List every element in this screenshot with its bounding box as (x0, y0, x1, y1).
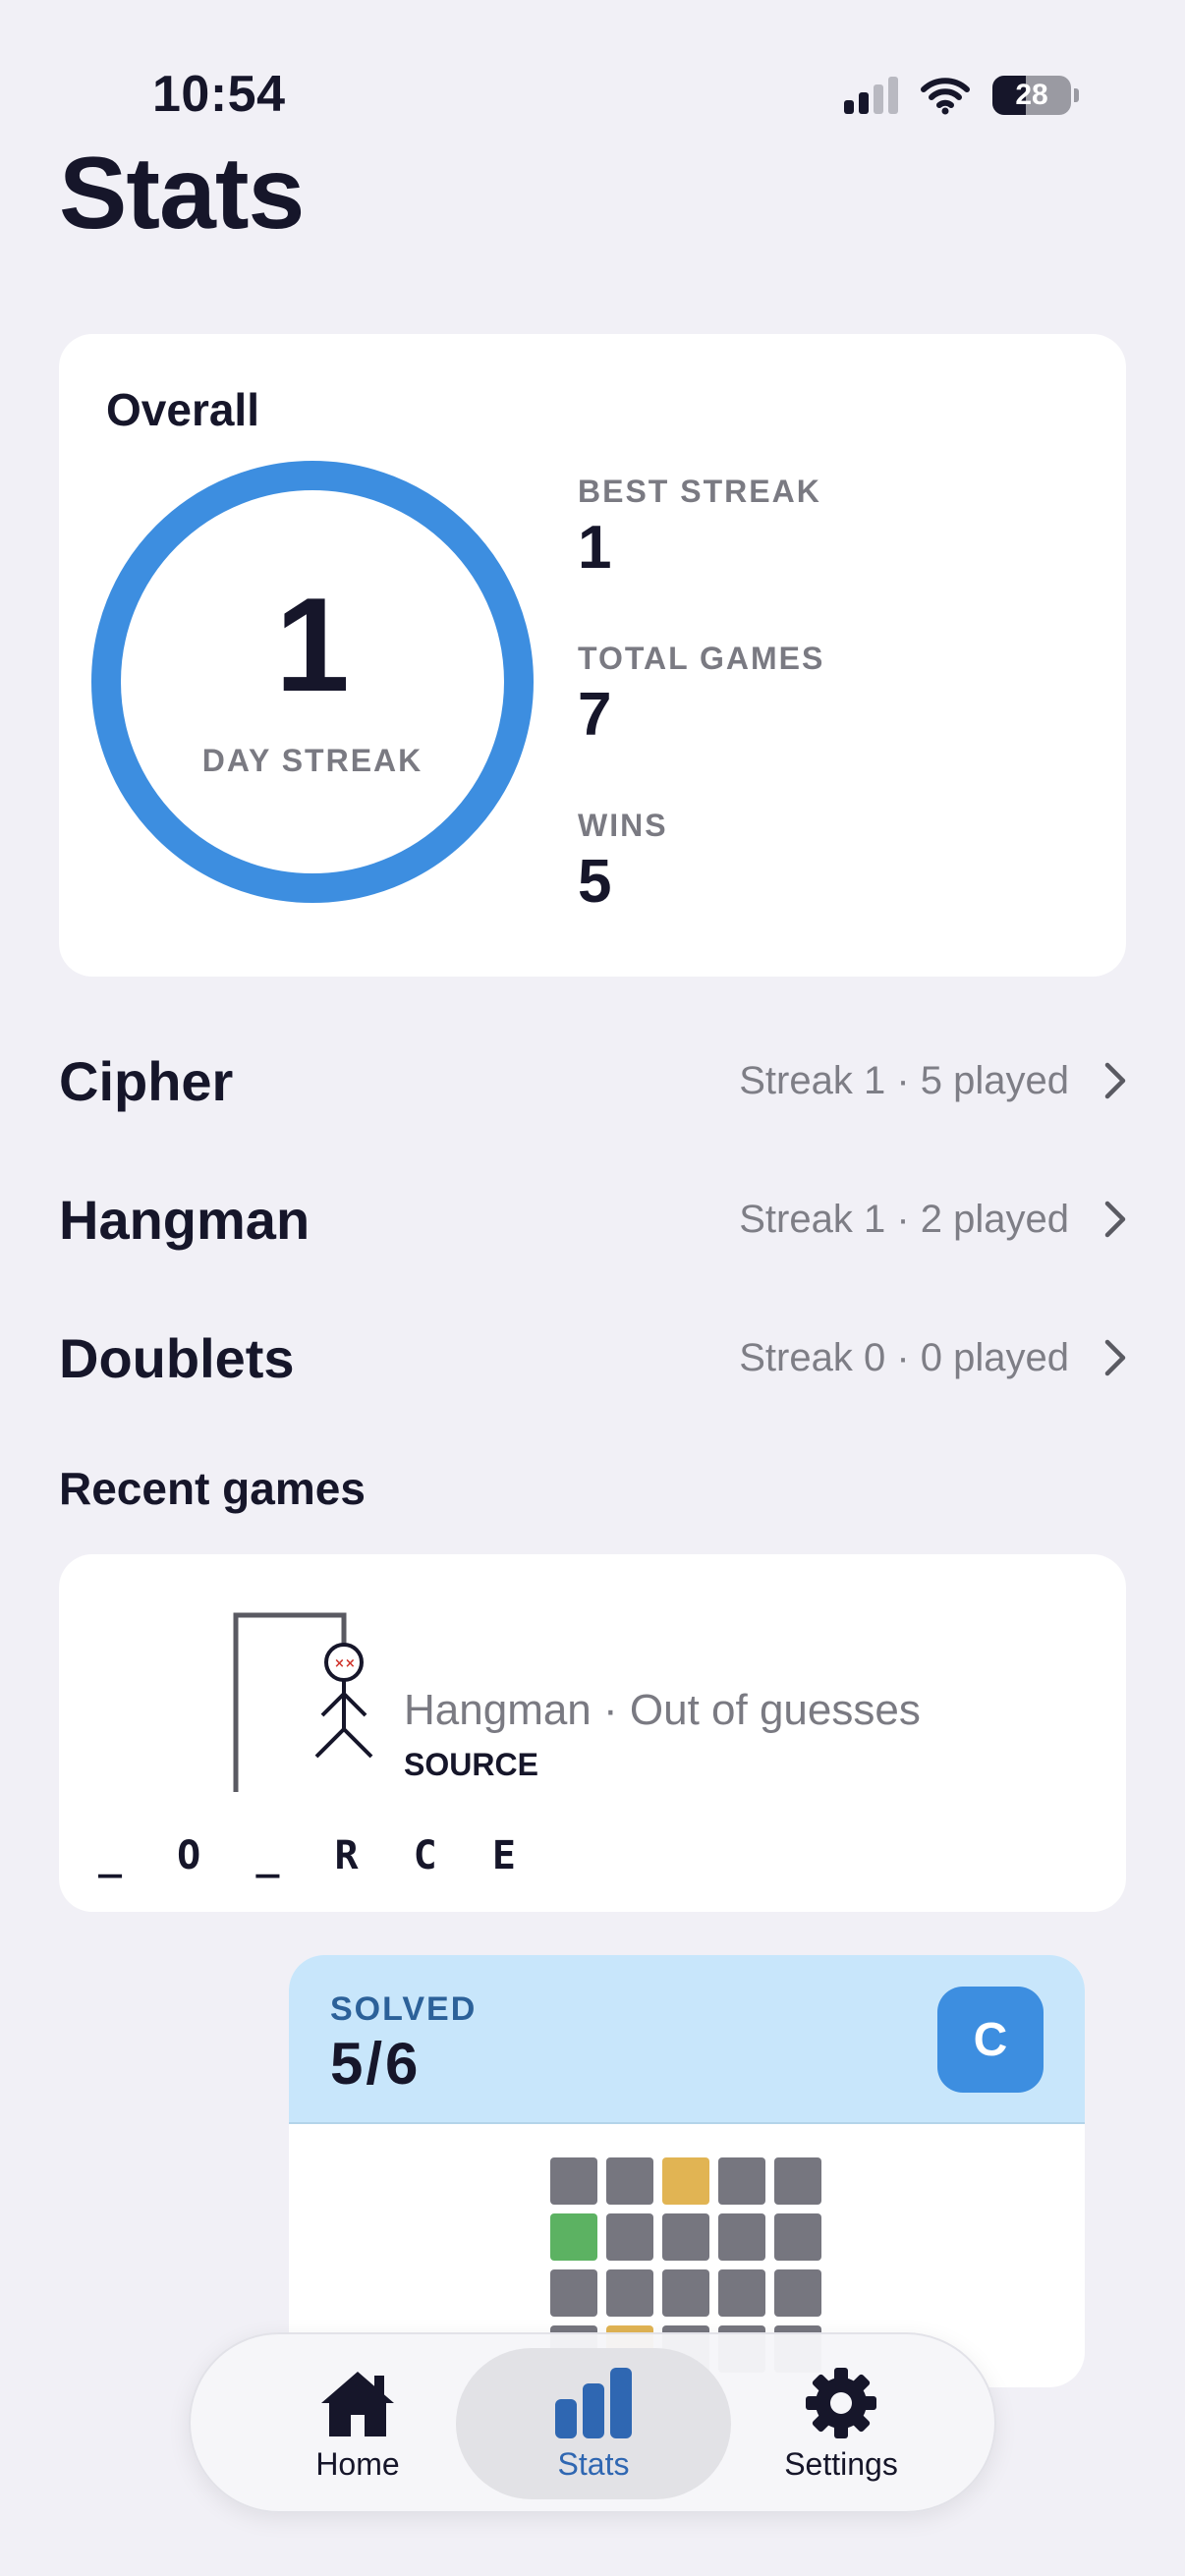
tab-settings[interactable]: Settings (704, 2348, 979, 2499)
home-icon (321, 2371, 394, 2436)
grid-tile-gray (774, 2269, 821, 2317)
battery-cap (1074, 88, 1079, 102)
total-games-stat: TOTAL GAMES 7 (578, 641, 824, 746)
status-icons: 28 (844, 71, 1079, 120)
solved-score: 5/6 (330, 2031, 422, 2097)
game-row-cipher[interactable]: Cipher Streak 1 · 5 played (59, 1032, 1126, 1130)
hangman-figure-icon: ×× (233, 1612, 373, 1792)
overall-title: Overall (106, 384, 259, 435)
grid-tile-gray (718, 2213, 765, 2261)
chevron-right-icon (1104, 1201, 1126, 1238)
hangman-answer: SOURCE (404, 1747, 538, 1782)
stat-value: 7 (578, 681, 612, 749)
grid-tile-gray (774, 2213, 821, 2261)
grid-tile-gray (774, 2157, 821, 2205)
grid-tile-gray (718, 2269, 765, 2317)
grid-tile-gray (606, 2213, 653, 2261)
chevron-right-icon (1104, 1339, 1126, 1376)
game-name: Doublets (59, 1326, 295, 1389)
grid-tile-gray (550, 2269, 597, 2317)
overall-card: Overall 1 DAY STREAK BEST STREAK 1 TOTAL… (59, 334, 1126, 977)
battery-icon: 28 (992, 76, 1071, 115)
grid-tile-gray (718, 2157, 765, 2205)
streak-value: 1 (275, 570, 350, 719)
solved-label: SOLVED (330, 1990, 478, 2028)
grid-tile-yellow (662, 2157, 709, 2205)
tab-label: Stats (557, 2445, 630, 2482)
hangman-summary: Hangman · Out of guesses (404, 1686, 921, 1734)
tab-stats[interactable]: Stats (456, 2348, 731, 2499)
game-name: Hangman (59, 1188, 310, 1251)
game-name: Cipher (59, 1049, 234, 1112)
grid-tile-gray (662, 2269, 709, 2317)
game-meta: Streak 0 · 0 played (739, 1335, 1069, 1379)
grid-tile-green (550, 2213, 597, 2261)
tab-bar: Home Stats Settings (189, 2332, 996, 2513)
battery-percent: 28 (1015, 79, 1048, 111)
game-meta: Streak 1 · 5 played (739, 1058, 1069, 1102)
cipher-card-header: SOLVED 5/6 C (289, 1955, 1085, 2124)
gear-icon (806, 2367, 876, 2438)
tab-home[interactable]: Home (220, 2348, 495, 2499)
grid-tile-gray (606, 2157, 653, 2205)
stat-label: BEST STREAK (578, 474, 821, 509)
wins-stat: WINS 5 (578, 808, 668, 913)
best-streak-stat: BEST STREAK 1 (578, 474, 821, 579)
svg-text:××: ×× (334, 1656, 356, 1671)
cellular-signal-icon (844, 77, 898, 114)
grid-tile-gray (550, 2157, 597, 2205)
stat-label: WINS (578, 808, 668, 843)
game-meta: Streak 1 · 2 played (739, 1197, 1069, 1241)
recent-hangman-card[interactable]: ×× _ O _ R C E Hangman · Out of guesses … (59, 1554, 1126, 1912)
stat-label: TOTAL GAMES (578, 641, 825, 676)
game-row-hangman[interactable]: Hangman Streak 1 · 2 played (59, 1170, 1126, 1268)
stat-value: 5 (578, 848, 612, 916)
wifi-icon (921, 78, 970, 115)
chevron-right-icon (1104, 1062, 1126, 1099)
page-title: Stats (59, 137, 305, 251)
status-time: 10:54 (152, 66, 286, 123)
recent-games-title: Recent games (59, 1463, 366, 1514)
grid-tile-gray (606, 2269, 653, 2317)
bar-chart-icon (555, 2367, 632, 2438)
tab-label: Settings (784, 2445, 898, 2482)
game-row-doublets[interactable]: Doublets Streak 0 · 0 played (59, 1309, 1126, 1407)
streak-label: DAY STREAK (201, 743, 423, 778)
revealed-word: _ O _ R C E (98, 1833, 532, 1878)
grid-tile-gray (662, 2213, 709, 2261)
tab-label: Home (315, 2445, 400, 2482)
stat-value: 1 (578, 514, 612, 582)
recent-cipher-card[interactable]: SOLVED 5/6 C (289, 1955, 1085, 2387)
cipher-badge: C (937, 1987, 1044, 2093)
